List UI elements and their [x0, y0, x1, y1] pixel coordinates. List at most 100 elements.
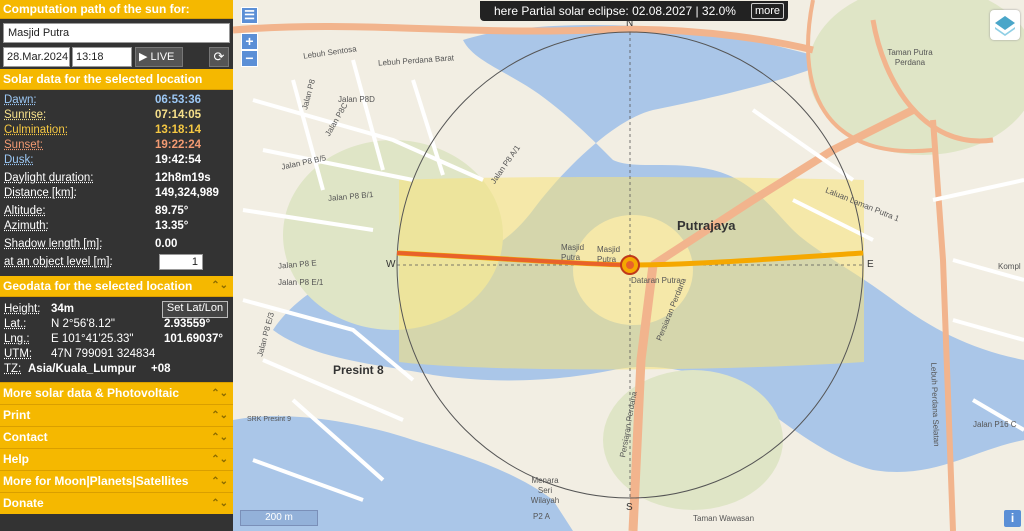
dusk-label: Dusk: [4, 154, 34, 166]
tz-value: Asia/Kuala_Lumpur [28, 363, 136, 375]
minus-icon: − [245, 50, 254, 66]
info-button[interactable]: i [1004, 510, 1021, 527]
play-icon: ▶ [139, 51, 148, 63]
sunset-label: Sunset: [4, 139, 43, 151]
utm-value: 47N 799091 324834 [51, 348, 156, 360]
expand-icon: ⌃⌄ [211, 476, 228, 487]
sun-position-dot [626, 261, 634, 269]
date-input[interactable]: 28.Mar.2024 [3, 47, 70, 67]
collapse-icon: ⌃⌄ [211, 280, 228, 291]
zoom-out-button[interactable]: − [241, 50, 258, 67]
geodata-header[interactable]: Geodata for the selected location ⌃⌄ [0, 276, 233, 297]
solar-data-header[interactable]: Solar data for the selected location [0, 69, 233, 90]
menu-donate-label: Donate [3, 496, 44, 510]
object-level-label: at an object level [m]: [4, 256, 113, 268]
sunrise-label: Sunrise: [4, 109, 47, 121]
label-taman-wawasan: Taman Wawasan [693, 514, 755, 523]
hamburger-icon: ☰ [244, 8, 255, 22]
label-dataran-putra: Dataran Putra [631, 276, 681, 285]
menu-help-label: Help [3, 452, 30, 466]
lat-label: Lat.: [4, 318, 27, 330]
live-label: LIVE [150, 51, 175, 63]
azimuth-value: 13.35° [155, 220, 189, 232]
lat-decimal: 2.93559° [164, 318, 211, 330]
distance-value: 149,324,989 [155, 187, 219, 199]
lng-dms: E 101°41'25.33" [51, 333, 134, 345]
solar-data-header-label: Solar data for the selected location [3, 72, 203, 86]
expand-icon: ⌃⌄ [211, 498, 228, 509]
menu-more-solar[interactable]: More solar data & Photovoltaic ⌃⌄ [0, 382, 233, 404]
expand-icon: ⌃⌄ [211, 454, 228, 465]
menu-contact[interactable]: Contact ⌃⌄ [0, 426, 233, 448]
height-label: Height: [4, 303, 41, 315]
label-menara: Menara Seri Wilayah [530, 476, 560, 505]
menu-contact-label: Contact [3, 430, 48, 444]
menu-moon-planets[interactable]: More for Moon|Planets|Satellites ⌃⌄ [0, 470, 233, 492]
label-p2a: P2 A [533, 512, 550, 521]
live-button[interactable]: ▶ LIVE [135, 47, 183, 67]
height-value: 34m [51, 303, 75, 315]
geodata-header-label: Geodata for the selected location [3, 279, 193, 293]
location-input[interactable]: Masjid Putra [3, 23, 230, 43]
sidebar-title: Computation path of the sun for: [0, 0, 233, 19]
info-icon: i [1010, 511, 1015, 525]
menu-print[interactable]: Print ⌃⌄ [0, 404, 233, 426]
menu-toggle-button[interactable]: ☰ [241, 7, 258, 24]
map-canvas[interactable] [233, 0, 1024, 531]
label-taman-putra: Taman Putra Perdana [887, 48, 933, 67]
time-input[interactable]: 13:18 UTC+8 [72, 47, 132, 81]
menu-more-solar-label: More solar data & Photovoltaic [3, 386, 180, 400]
lng-label: Lng.: [4, 333, 30, 345]
altitude-value: 89.75° [155, 205, 189, 217]
layers-icon [995, 16, 1015, 36]
label-masjid-putra: Masjid Putra [561, 243, 585, 262]
geodata: Height: 34m Set Lat/Lon Lat.: N 2°56'8.12" 2… [0, 297, 233, 377]
compass-e: E [867, 259, 874, 270]
compass-s: S [626, 502, 633, 513]
sidebar: Computation path of the sun for: Masjid … [0, 0, 233, 531]
distance-label: Distance [km]: [4, 187, 77, 199]
menu-donate[interactable]: Donate ⌃⌄ [0, 492, 233, 514]
tz-label: TZ: [4, 363, 22, 375]
set-latlon-button[interactable]: Set Lat/Lon [162, 301, 228, 318]
label-jalan-p8e1: Jalan P8 E/1 [278, 278, 324, 287]
refresh-icon: ⟳ [213, 49, 225, 64]
compass-w: W [386, 259, 396, 270]
dawn-value: 06:53:36 [155, 94, 202, 106]
scale-bar: 200 m [240, 510, 318, 526]
tz-offset: +08 [151, 363, 171, 375]
expand-icon: ⌃⌄ [211, 388, 228, 399]
altitude-label: Altitude: [4, 205, 46, 217]
label-masjid-putra-2: Masjid Putra [597, 245, 621, 264]
dawn-label: Dawn: [4, 94, 37, 106]
menu-help[interactable]: Help ⌃⌄ [0, 448, 233, 470]
lng-decimal: 101.69037° [164, 333, 223, 345]
sunrise-value: 07:14:05 [155, 109, 202, 121]
daylight-label: Daylight duration: [4, 172, 94, 184]
culmination-label: Culmination: [4, 124, 68, 136]
solar-data: Dawn: 06:53:36 Sunrise: 07:14:05 Culminati… [0, 90, 233, 274]
daylight-value: 12h8m19s [155, 172, 211, 184]
label-komplek: Kompl [998, 262, 1021, 271]
shadow-value: 0.00 [155, 238, 178, 250]
layers-button[interactable] [990, 10, 1020, 40]
map[interactable]: N S E W Putrajaya Presint 8 Masjid Putra… [233, 0, 1024, 531]
culmination-value: 13:18:14 [155, 124, 202, 136]
eclipse-more-button[interactable]: more [750, 3, 784, 19]
menu-print-label: Print [3, 408, 31, 422]
object-level-input[interactable]: 1 [159, 254, 203, 270]
utm-label: UTM: [4, 348, 33, 360]
zoom-in-button[interactable]: + [241, 33, 258, 50]
plus-icon: + [245, 33, 254, 49]
expand-icon: ⌃⌄ [211, 410, 228, 421]
dusk-value: 19:42:54 [155, 154, 202, 166]
label-srk: SRK Presint 9 [247, 416, 291, 423]
refresh-button[interactable]: ⟳ [209, 47, 229, 67]
azimuth-label: Azimuth: [4, 220, 49, 232]
eclipse-text: here Partial solar eclipse: 02.08.2027 |… [494, 4, 736, 18]
label-presint8: Presint 8 [333, 363, 384, 377]
eclipse-banner: here Partial solar eclipse: 02.08.2027 |… [480, 1, 788, 21]
lat-dms: N 2°56'8.12" [51, 318, 115, 330]
sunset-value: 19:22:24 [155, 139, 202, 151]
label-jalan-p16: Jalan P16 C [973, 420, 1017, 429]
